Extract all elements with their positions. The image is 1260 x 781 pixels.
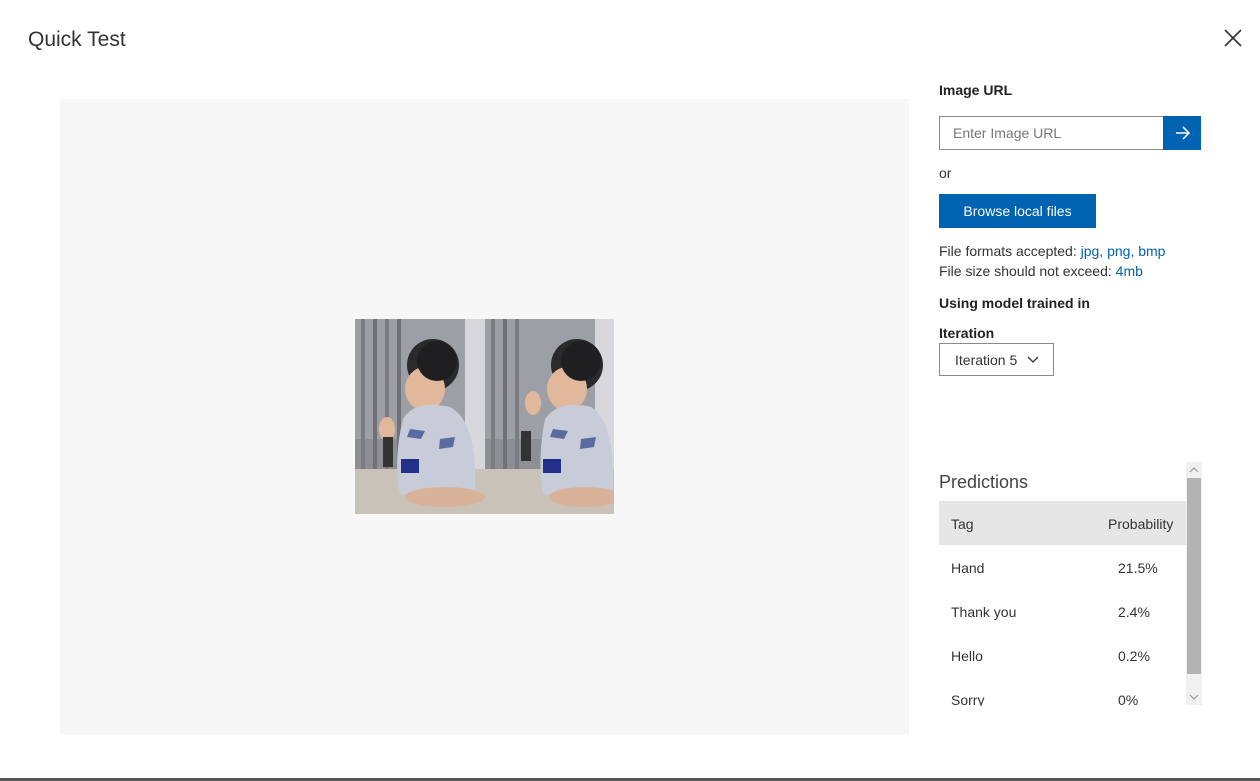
- arrow-right-icon: [1176, 126, 1191, 140]
- scroll-thumb[interactable]: [1187, 478, 1201, 674]
- chevron-down-icon: [1027, 356, 1039, 363]
- prediction-probability: 21.5%: [1118, 560, 1158, 576]
- file-size-label: File size should not exceed:: [939, 263, 1112, 279]
- scroll-down-button[interactable]: [1186, 689, 1202, 705]
- table-row: Sorry 0%: [939, 677, 1186, 706]
- image-preview-area: [60, 99, 909, 735]
- prediction-probability: 0.2%: [1118, 648, 1150, 664]
- predictions-title: Predictions: [939, 472, 1029, 492]
- file-formats-value: jpg, png, bmp: [1080, 243, 1166, 259]
- probability-column-header: Probability: [1108, 516, 1174, 532]
- or-text: or: [939, 165, 952, 181]
- predictions-header: Tag Probability: [939, 501, 1186, 545]
- prediction-tag: Thank you: [951, 604, 1017, 620]
- prediction-tag: Hello: [951, 648, 983, 664]
- table-row: Hello 0.2%: [939, 633, 1186, 677]
- model-heading: Using model trained in: [939, 295, 1090, 311]
- page-title: Quick Test: [28, 28, 126, 51]
- image-url-label: Image URL: [939, 82, 1013, 98]
- chevron-down-icon: [1189, 694, 1199, 700]
- file-formats-info: File formats accepted: jpg, png, bmp: [939, 243, 1165, 259]
- file-size-info: File size should not exceed: 4mb: [939, 263, 1143, 279]
- file-formats-label: File formats accepted:: [939, 243, 1077, 259]
- iteration-dropdown-value: Iteration 5: [955, 352, 1018, 368]
- table-row: Thank you 2.4%: [939, 589, 1186, 633]
- scroll-up-button[interactable]: [1186, 462, 1202, 478]
- iteration-label: Iteration: [939, 325, 995, 341]
- predictions-table: Tag Probability Hand 21.5% Thank you 2.4…: [939, 501, 1186, 706]
- close-icon: [1224, 29, 1242, 47]
- prediction-probability: 2.4%: [1118, 604, 1150, 620]
- iteration-dropdown[interactable]: Iteration 5: [939, 343, 1054, 376]
- file-size-value: 4mb: [1115, 263, 1143, 279]
- prediction-tag: Sorry: [951, 692, 985, 706]
- predictions-scrollbar[interactable]: [1186, 462, 1202, 705]
- preview-image: [355, 319, 614, 514]
- table-row: Hand 21.5%: [939, 545, 1186, 589]
- image-url-submit-button[interactable]: [1163, 116, 1201, 150]
- browse-local-files-button[interactable]: Browse local files: [939, 194, 1096, 228]
- prediction-probability: 0%: [1118, 692, 1139, 706]
- image-url-input[interactable]: [939, 116, 1163, 150]
- chevron-up-icon: [1189, 467, 1199, 473]
- close-button[interactable]: [1220, 25, 1246, 51]
- prediction-tag: Hand: [951, 560, 985, 576]
- tag-column-header: Tag: [951, 516, 974, 532]
